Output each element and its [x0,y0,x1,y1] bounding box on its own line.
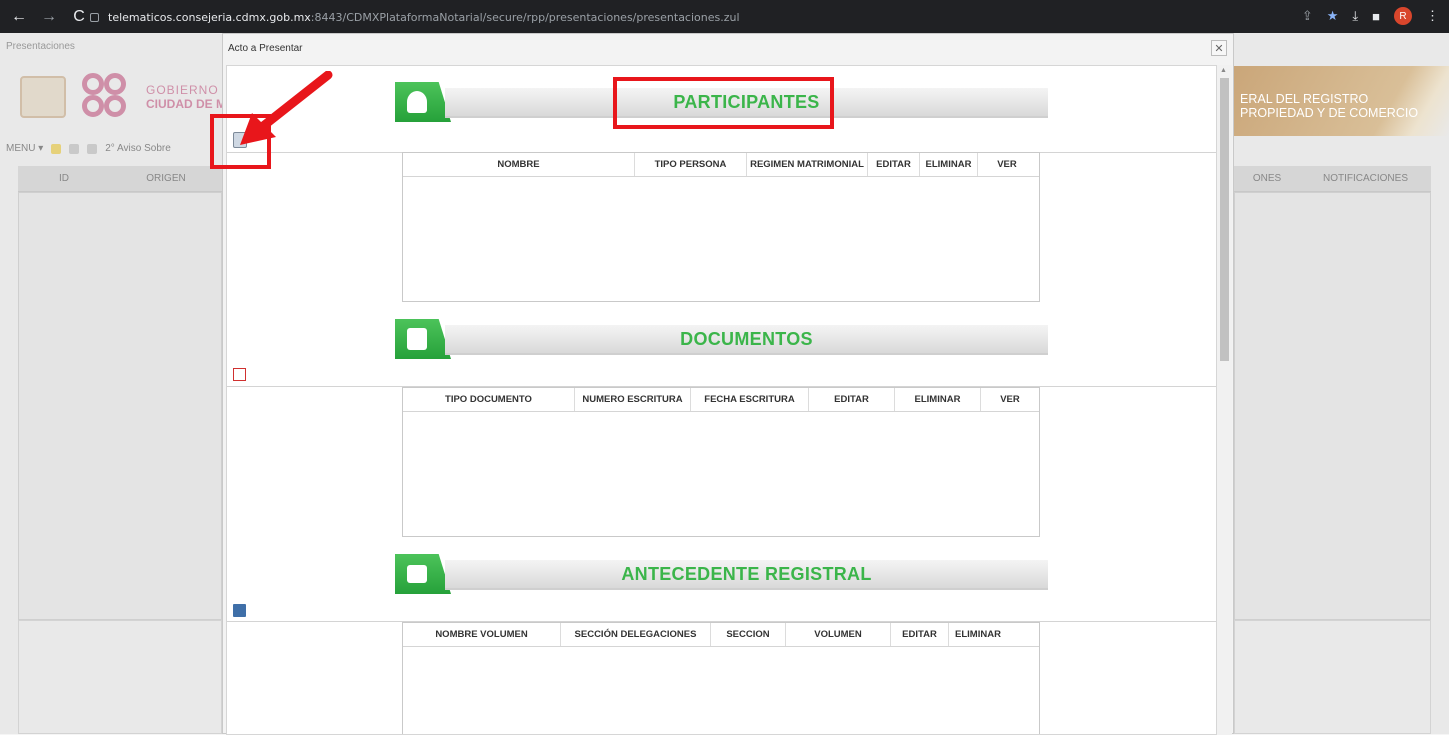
registry-banner: ERAL DEL REGISTRO PROPIEDAD Y DE COMERCI… [1234,66,1449,136]
col-ver[interactable]: VER [981,388,1039,411]
col-seccion-delegaciones[interactable]: SECCIÓN DELEGACIONES [561,623,711,646]
acto-modal: Acto a Presentar ✕ PARTICIPANTES NOMBRE … [222,33,1234,735]
person-icon [395,82,451,122]
col-ones: ONES [1252,173,1282,184]
col-volumen[interactable]: VOLUMEN [786,623,891,646]
antecedente-table: NOMBRE VOLUMEN SECCIÓN DELEGACIONES SECC… [402,622,1040,734]
menu-kebab-icon[interactable]: ⋮ [1426,8,1439,24]
profile-avatar[interactable]: R [1394,7,1412,25]
col-eliminar[interactable]: ELIMINAR [949,623,1007,646]
grid-footer-left [18,620,222,734]
euro-icon[interactable] [69,143,80,154]
close-icon[interactable]: ✕ [1211,40,1227,56]
share-icon[interactable]: ⇪ [1302,8,1313,24]
col-origen: ORIGEN [146,173,186,184]
scroll-thumb[interactable] [1220,78,1229,361]
download-icon[interactable]: ⤓ [1352,8,1358,24]
col-nombre-volumen[interactable]: NOMBRE VOLUMEN [403,623,561,646]
lock-icon [90,12,99,22]
modal-title: Acto a Presentar [223,34,1233,62]
col-nombre[interactable]: NOMBRE [403,153,635,176]
antecedente-banner: ANTECEDENTE REGISTRAL [395,554,1048,594]
grid-footer-right [1234,620,1431,734]
documentos-banner: DOCUMENTOS [395,319,1048,359]
documentos-table: TIPO DOCUMENTO NUMERO ESCRITURA FECHA ES… [402,387,1040,537]
col-fecha-escritura[interactable]: FECHA ESCRITURA [691,388,809,411]
government-logo: GOBIERNO D CIUDAD DE MÉ [20,69,234,125]
registry-line1: ERAL DEL REGISTRO [1240,92,1369,106]
browser-toolbar: ← → C telematicos.consejeria.cdmx.gob.mx… [0,0,1449,33]
col-ver[interactable]: VER [978,153,1036,176]
url-path: :8443/CDMXPlataformaNotarial/secure/rpp/… [310,10,740,24]
col-editar[interactable]: EDITAR [868,153,920,176]
col-editar[interactable]: EDITAR [891,623,949,646]
add-pdf-icon[interactable] [233,368,246,381]
documentos-title: DOCUMENTOS [680,328,813,349]
pdf-icon [395,319,451,359]
col-tipo-documento[interactable]: TIPO DOCUMENTO [403,388,575,411]
col-tipo-persona[interactable]: TIPO PERSONA [635,153,747,176]
antecedente-title: ANTECEDENTE REGISTRAL [621,563,872,584]
menu-bar: MENU ▾ 2° Aviso Sobre [6,143,171,154]
doc-icon[interactable] [51,143,62,154]
grid-header-right: ONES NOTIFICACIONES [1234,166,1431,192]
gov-line2: CIUDAD DE MÉ [146,97,235,111]
grid-body-left [18,192,222,620]
menu-button[interactable]: MENU ▾ [6,143,43,154]
book-icon [395,554,451,594]
address-bar[interactable]: telematicos.consejeria.cdmx.gob.mx :8443… [90,6,740,28]
url-host: telematicos.consejeria.cdmx.gob.mx [108,10,311,24]
back-icon[interactable]: ← [8,6,30,28]
app-title: Presentaciones [6,41,75,52]
participantes-table: NOMBRE TIPO PERSONA REGIMEN MATRIMONIAL … [402,152,1040,302]
grid-body-right [1234,192,1431,620]
cdmx-flower-icon [78,69,134,125]
col-numero-escritura[interactable]: NUMERO ESCRITURA [575,388,691,411]
reload-icon[interactable]: C [68,6,90,28]
col-eliminar[interactable]: ELIMINAR [920,153,978,176]
red-arrow-icon [240,71,333,145]
col-regimen[interactable]: REGIMEN MATRIMONIAL [747,153,868,176]
bookmark-star-icon[interactable]: ★ [1327,8,1339,24]
cdmx-seal-icon [20,76,66,118]
col-seccion[interactable]: SECCION [711,623,786,646]
grid-header-left: ID ORIGEN [18,166,222,192]
registry-line2: PROPIEDAD Y DE COMERCIO [1240,106,1419,120]
euro-icon-2[interactable] [87,143,98,154]
forward-icon[interactable]: → [38,6,60,28]
col-eliminar[interactable]: ELIMINAR [895,388,981,411]
gov-line1: GOBIERNO D [146,83,233,97]
highlight-participantes-title [613,77,834,129]
col-id: ID [59,173,69,184]
aviso-button[interactable]: 2° Aviso Sobre [105,143,171,154]
modal-body: PARTICIPANTES NOMBRE TIPO PERSONA REGIME… [226,65,1217,735]
col-notificaciones: NOTIFICACIONES [1322,173,1408,184]
scroll-up-icon[interactable]: ▲ [1220,67,1227,74]
add-volume-icon[interactable] [233,604,246,617]
modal-scrollbar[interactable]: ▲ [1217,65,1232,735]
col-editar[interactable]: EDITAR [809,388,895,411]
sidebar-icon[interactable]: ■ [1372,9,1380,24]
